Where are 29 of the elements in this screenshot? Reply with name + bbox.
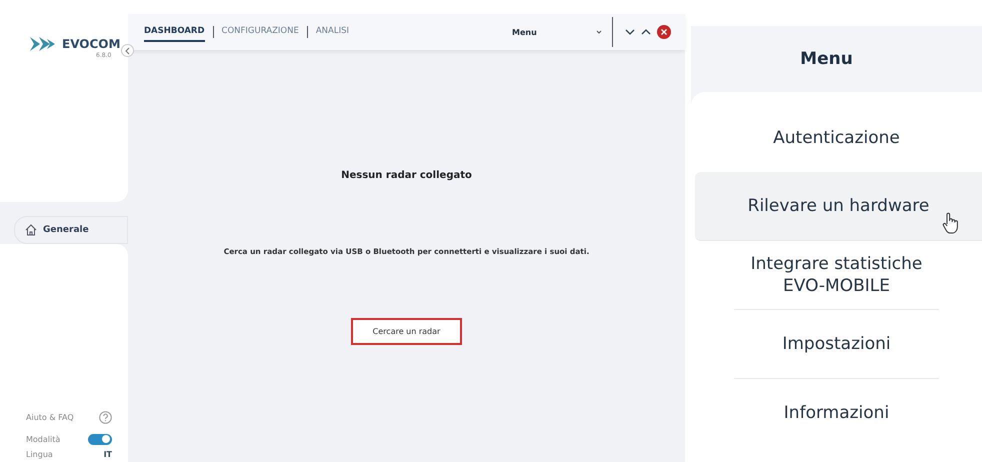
chevron-down-icon[interactable] (625, 29, 635, 35)
chevron-up-icon[interactable] (641, 29, 651, 35)
help-icon[interactable] (99, 410, 112, 424)
menu-dropdown[interactable]: Menu (512, 28, 602, 36)
mode-toggle[interactable] (88, 434, 112, 444)
menu-item[interactable]: Rilevare un hardware (695, 172, 982, 241)
logo-icon (30, 36, 56, 52)
caret-icon (596, 30, 602, 34)
search-radar-button[interactable]: Cercare un radar (350, 318, 462, 345)
hand-cursor-icon (942, 212, 960, 234)
menu-item[interactable]: Autenticazione (734, 104, 939, 172)
menu-item[interactable]: Impostazioni (734, 310, 939, 379)
empty-title: Nessun radar collegato (341, 170, 472, 181)
menu-title: Menu (799, 48, 854, 71)
nav-item[interactable]: Generale (14, 216, 128, 244)
nav-tab[interactable]: CONFIGURAZIONE (222, 22, 299, 42)
menu-item[interactable]: Informazioni (734, 379, 939, 447)
collapse-button[interactable] (121, 44, 134, 57)
close-icon[interactable] (657, 25, 671, 39)
nav-tab[interactable]: ANALISI (316, 22, 349, 42)
chevron-left-icon (124, 46, 130, 54)
help-link[interactable]: Aiuto & FAQ (26, 412, 74, 422)
language-value[interactable]: IT (104, 450, 112, 459)
home-icon (25, 224, 37, 236)
mode-label: Modalità (26, 434, 60, 444)
language-label: Lingua (26, 450, 53, 459)
app-logo: EVOCOM (62, 37, 120, 51)
menu-item[interactable]: Integrare statistiche EVO-MOBILE (734, 241, 939, 310)
nav-tab[interactable]: DASHBOARD (144, 22, 205, 42)
